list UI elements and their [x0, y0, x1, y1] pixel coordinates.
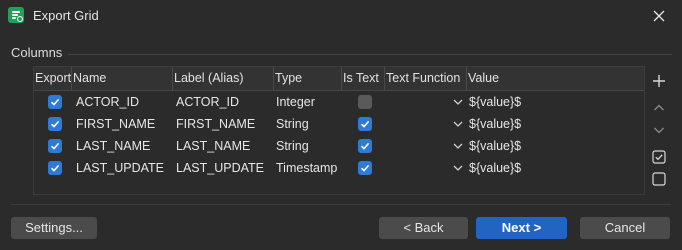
- chevron-down-icon: [453, 165, 463, 171]
- window-title: Export Grid: [33, 8, 99, 23]
- checkmark-icon: [50, 98, 60, 106]
- cell-type: String: [276, 139, 309, 153]
- cell-name: LAST_UPDATE: [76, 161, 164, 175]
- chevron-down-icon: [453, 143, 463, 149]
- cell-type: Timestamp: [276, 161, 338, 175]
- export-checkbox[interactable]: [48, 139, 62, 153]
- cancel-button[interactable]: Cancel: [580, 217, 670, 239]
- header-value[interactable]: Value: [467, 67, 644, 90]
- uncheck-all-icon: [652, 172, 666, 186]
- add-icon: [653, 75, 665, 87]
- export-checkbox[interactable]: [48, 161, 62, 175]
- cell-value[interactable]: ${value}$: [469, 135, 521, 157]
- section-divider: [68, 54, 672, 55]
- check-all-button[interactable]: [650, 148, 668, 166]
- footer-divider: [11, 204, 671, 205]
- cell-value[interactable]: ${value}$: [469, 113, 521, 135]
- export-checkbox[interactable]: [48, 117, 62, 131]
- chevron-down-icon: [453, 121, 463, 127]
- check-all-icon: [652, 150, 666, 164]
- header-is-text[interactable]: Is Text: [342, 67, 385, 90]
- cell-name: LAST_NAME: [76, 139, 151, 153]
- text-function-dropdown[interactable]: [453, 157, 465, 179]
- grid-export-icon: [8, 7, 24, 23]
- grid-header: Export Name Label (Alias) Type Is Text T…: [34, 67, 644, 91]
- checkmark-icon: [50, 164, 60, 172]
- text-function-dropdown[interactable]: [453, 91, 465, 113]
- cell-name: ACTOR_ID: [76, 95, 139, 109]
- checkmark-icon: [50, 142, 60, 150]
- cell-label[interactable]: ACTOR_ID: [176, 91, 239, 113]
- header-export[interactable]: Export: [34, 67, 72, 90]
- uncheck-all-button[interactable]: [650, 170, 668, 188]
- move-down-icon: [654, 127, 664, 134]
- cell-value[interactable]: ${value}$: [469, 157, 521, 179]
- cell-value[interactable]: ${value}$: [469, 91, 521, 113]
- back-button[interactable]: < Back: [379, 217, 468, 239]
- export-checkbox[interactable]: [48, 95, 62, 109]
- move-down-button[interactable]: [650, 121, 668, 139]
- header-type[interactable]: Type: [274, 67, 342, 90]
- chevron-down-icon: [453, 99, 463, 105]
- cell-type: Integer: [276, 95, 315, 109]
- table-row[interactable]: LAST_UPDATE LAST_UPDATE Timestamp ${valu…: [34, 157, 644, 179]
- move-up-icon: [654, 104, 664, 111]
- checkmark-icon: [360, 120, 370, 128]
- close-button[interactable]: [646, 4, 672, 28]
- table-row[interactable]: ACTOR_ID ACTOR_ID Integer ${value}$: [34, 91, 644, 113]
- cell-label[interactable]: LAST_UPDATE: [176, 157, 264, 179]
- title-bar: Export Grid: [0, 0, 682, 32]
- columns-section-label: Columns: [11, 45, 63, 60]
- text-function-dropdown[interactable]: [453, 113, 465, 135]
- checkmark-icon: [50, 120, 60, 128]
- text-function-dropdown[interactable]: [453, 135, 465, 157]
- cell-name: FIRST_NAME: [76, 117, 156, 131]
- move-up-button[interactable]: [650, 99, 668, 117]
- is-text-checkbox[interactable]: [358, 117, 372, 131]
- next-button[interactable]: Next >: [476, 217, 567, 239]
- header-name[interactable]: Name: [72, 67, 173, 90]
- checkmark-icon: [360, 164, 370, 172]
- close-icon: [653, 10, 665, 22]
- is-text-checkbox[interactable]: [358, 139, 372, 153]
- checkmark-icon: [360, 142, 370, 150]
- table-row[interactable]: FIRST_NAME FIRST_NAME String ${value}$: [34, 113, 644, 135]
- cell-label[interactable]: FIRST_NAME: [176, 113, 255, 135]
- table-row[interactable]: LAST_NAME LAST_NAME String ${value}$: [34, 135, 644, 157]
- is-text-checkbox[interactable]: [358, 161, 372, 175]
- header-text-function[interactable]: Text Function: [385, 67, 467, 90]
- cell-label[interactable]: LAST_NAME: [176, 135, 250, 157]
- settings-button[interactable]: Settings...: [11, 217, 97, 239]
- is-text-checkbox[interactable]: [358, 95, 372, 109]
- add-column-button[interactable]: [650, 72, 668, 90]
- header-label[interactable]: Label (Alias): [173, 67, 274, 90]
- cell-type: String: [276, 117, 309, 131]
- columns-grid: Export Name Label (Alias) Type Is Text T…: [33, 66, 645, 195]
